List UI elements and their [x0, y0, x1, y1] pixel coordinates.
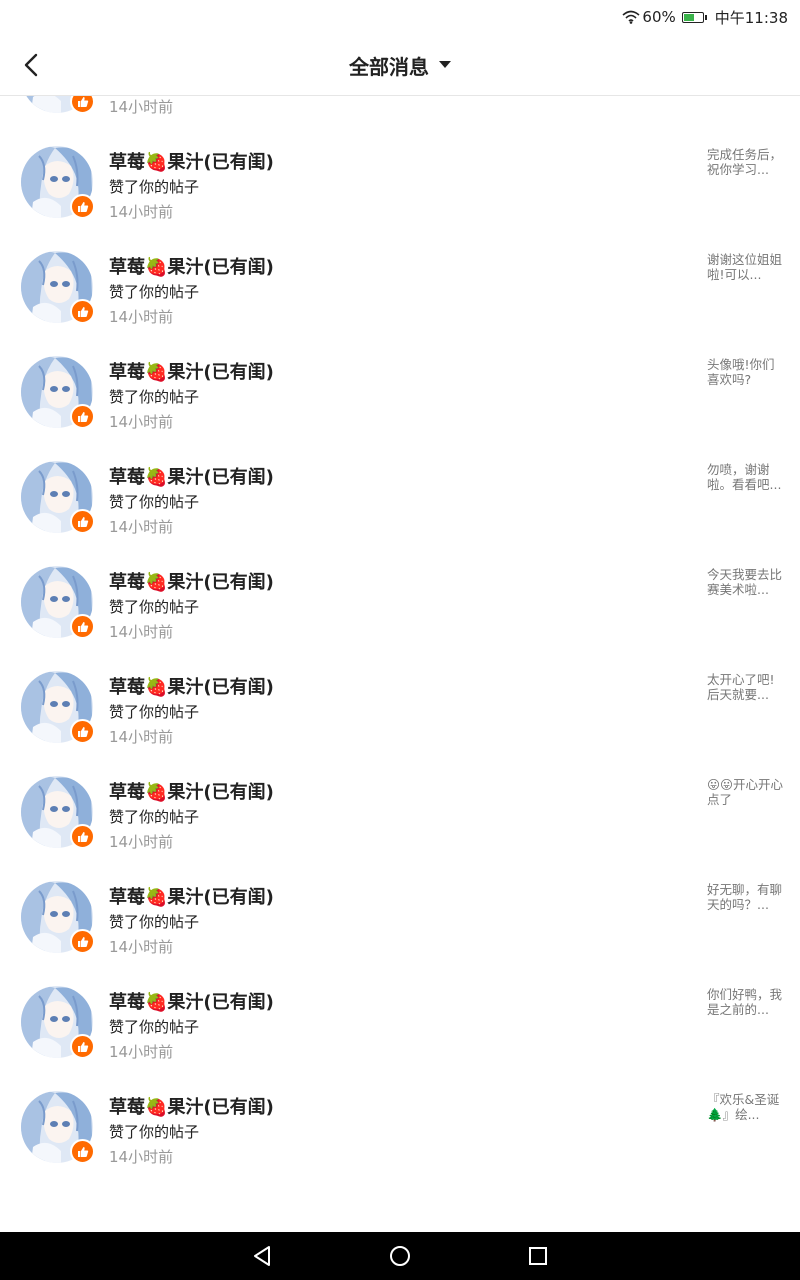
action-text: 赞了你的帖子	[109, 701, 199, 722]
wifi-icon	[622, 10, 640, 24]
action-text: 赞了你的帖子	[109, 1121, 199, 1142]
message-filter-dropdown[interactable]: 全部消息	[0, 34, 800, 96]
action-text: 赞了你的帖子	[109, 491, 199, 512]
notification-item[interactable]: 草莓🍓果汁(已有闺) 赞了你的帖子 14小时前 你们好鸭，我是之前的...	[0, 970, 800, 1075]
notification-item[interactable]: 草莓🍓果汁(已有闺) 赞了你的帖子 14小时前 好无聊，有聊天的吗？...	[0, 865, 800, 970]
action-text: 赞了你的帖子	[109, 1016, 199, 1037]
status-bar: 60% 中午11:38	[0, 0, 800, 34]
timestamp: 14小时前	[109, 306, 173, 327]
system-nav-bar	[0, 1232, 800, 1280]
notification-item[interactable]: 草莓🍓果汁(已有闺) 赞了你的帖子 14小时前 😛😛开心开心点了	[0, 760, 800, 865]
timestamp: 14小时前	[109, 1146, 173, 1167]
thumbs-up-icon	[70, 194, 95, 219]
nav-recents-button[interactable]	[469, 1232, 607, 1280]
battery-percent: 60%	[642, 8, 675, 26]
post-snippet[interactable]: 头像哦!你们喜欢吗?	[707, 357, 785, 387]
timestamp: 14小时前	[109, 936, 173, 957]
action-text: 赞了你的帖子	[109, 386, 199, 407]
thumbs-up-icon	[70, 929, 95, 954]
notification-item[interactable]: 草莓🍓果汁(已有闺) 赞了你的帖子 14小时前 头像哦!你们喜欢吗?	[0, 340, 800, 445]
battery-icon	[682, 12, 707, 23]
thumbs-up-icon	[70, 404, 95, 429]
user-name[interactable]: 草莓🍓果汁(已有闺)	[109, 253, 274, 279]
action-text: 赞了你的帖子	[109, 281, 199, 302]
post-snippet[interactable]: 你们好鸭，我是之前的...	[707, 987, 785, 1017]
action-text: 赞了你的帖子	[109, 806, 199, 827]
clock: 中午11:38	[715, 7, 788, 28]
thumbs-up-icon	[70, 96, 95, 114]
timestamp: 14小时前	[109, 516, 173, 537]
post-snippet[interactable]: 完成任务后，祝你学习...	[707, 147, 785, 177]
notification-item[interactable]: 草莓🍓果汁(已有闺) 赞了你的帖子 14小时前 完成任务后，祝你学习...	[0, 130, 800, 235]
thumbs-up-icon	[70, 719, 95, 744]
notification-item[interactable]: 草莓🍓果汁(已有闺) 赞了你的帖子 14小时前 太开心了吧!后天就要...	[0, 655, 800, 760]
timestamp: 14小时前	[109, 1041, 173, 1062]
header: 全部消息	[0, 34, 800, 96]
action-text: 赞了你的帖子	[109, 176, 199, 197]
timestamp: 14小时前	[109, 96, 173, 117]
user-name[interactable]: 草莓🍓果汁(已有闺)	[109, 568, 274, 594]
caret-down-icon	[439, 61, 451, 69]
user-name[interactable]: 草莓🍓果汁(已有闺)	[109, 1093, 274, 1119]
thumbs-up-icon	[70, 1034, 95, 1059]
thumbs-up-icon	[70, 824, 95, 849]
user-name[interactable]: 草莓🍓果汁(已有闺)	[109, 673, 274, 699]
post-snippet[interactable]: 勿喷，谢谢啦。看看吧...	[707, 462, 785, 492]
post-snippet[interactable]: 😛😛开心开心点了	[707, 777, 785, 807]
user-name[interactable]: 草莓🍓果汁(已有闺)	[109, 778, 274, 804]
thumbs-up-icon	[70, 299, 95, 324]
timestamp: 14小时前	[109, 831, 173, 852]
nav-back-button[interactable]	[193, 1232, 331, 1280]
user-name[interactable]: 草莓🍓果汁(已有闺)	[109, 358, 274, 384]
user-name[interactable]: 草莓🍓果汁(已有闺)	[109, 883, 274, 909]
notification-item[interactable]: 草莓🍓果汁(已有闺) 赞了你的帖子 14小时前 谢谢这位姐姐啦!可以...	[0, 235, 800, 340]
square-recents-icon	[528, 1246, 548, 1266]
circle-home-icon	[389, 1245, 411, 1267]
nav-home-button[interactable]	[331, 1232, 469, 1280]
post-snippet[interactable]: 『欢乐&圣诞🌲』绘...	[707, 1092, 785, 1122]
post-snippet[interactable]: 谢谢这位姐姐啦!可以...	[707, 252, 785, 282]
thumbs-up-icon	[70, 1139, 95, 1164]
timestamp: 14小时前	[109, 411, 173, 432]
user-name[interactable]: 草莓🍓果汁(已有闺)	[109, 463, 274, 489]
notification-list[interactable]: 草莓🍓果汁(已有闺) 赞了你的帖子 14小时前 想要加入绘画组@官方...	[0, 96, 800, 1232]
action-text: 赞了你的帖子	[109, 911, 199, 932]
timestamp: 14小时前	[109, 621, 173, 642]
user-name[interactable]: 草莓🍓果汁(已有闺)	[109, 148, 274, 174]
page-title: 全部消息	[349, 51, 429, 80]
thumbs-up-icon	[70, 509, 95, 534]
post-snippet[interactable]: 今天我要去比赛美术啦...	[707, 567, 785, 597]
notification-item[interactable]: 草莓🍓果汁(已有闺) 赞了你的帖子 14小时前 今天我要去比赛美术啦...	[0, 550, 800, 655]
notification-item[interactable]: 草莓🍓果汁(已有闺) 赞了你的帖子 14小时前 勿喷，谢谢啦。看看吧...	[0, 445, 800, 550]
notification-item[interactable]: 草莓🍓果汁(已有闺) 赞了你的帖子 14小时前 想要加入绘画组@官方...	[0, 96, 800, 130]
user-name[interactable]: 草莓🍓果汁(已有闺)	[109, 988, 274, 1014]
post-snippet[interactable]: 太开心了吧!后天就要...	[707, 672, 785, 702]
action-text: 赞了你的帖子	[109, 596, 199, 617]
thumbs-up-icon	[70, 614, 95, 639]
timestamp: 14小时前	[109, 726, 173, 747]
notification-item[interactable]: 草莓🍓果汁(已有闺) 赞了你的帖子 14小时前 『欢乐&圣诞🌲』绘...	[0, 1075, 800, 1180]
triangle-back-icon	[252, 1245, 272, 1267]
timestamp: 14小时前	[109, 201, 173, 222]
post-snippet[interactable]: 好无聊，有聊天的吗？...	[707, 882, 785, 912]
